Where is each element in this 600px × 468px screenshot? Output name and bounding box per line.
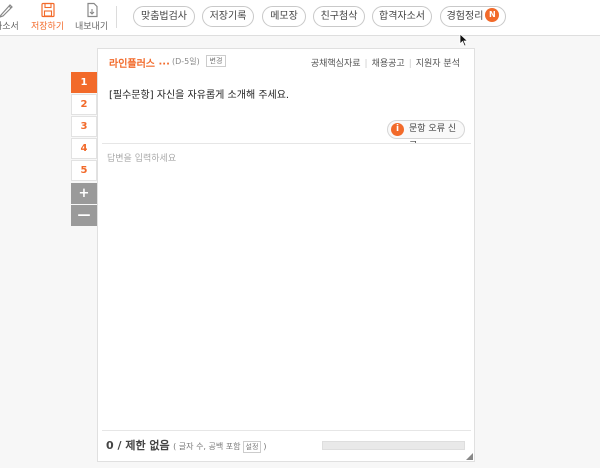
export-icon bbox=[86, 2, 98, 18]
header-links: 공채핵심자료 | 채용공고 | 지원자 분석 bbox=[311, 56, 460, 69]
save-icon bbox=[40, 2, 55, 18]
divider bbox=[102, 430, 471, 431]
cursor-icon bbox=[459, 33, 469, 47]
change-button[interactable]: 변경 bbox=[206, 55, 226, 67]
experience-label: 경험정리 bbox=[446, 11, 484, 22]
new-badge: N bbox=[485, 8, 500, 22]
link-divider: | bbox=[408, 59, 412, 69]
count-setting-button[interactable]: 설정 bbox=[242, 441, 262, 453]
panel-header: 라인플러스 ··· (D-5일) 변경 공채핵심자료 | 채용공고 | 지원자 분석 bbox=[98, 49, 474, 73]
top-toolbar: 자소서 저장하기 내보내기 맞춤법검사 저장기록 메모장 친구첨삭 합격자소서 … bbox=[0, 0, 600, 36]
count-note-open: ( 글자 수, 공백 포함 bbox=[173, 442, 241, 451]
save-label: 저장하기 bbox=[31, 22, 65, 32]
experience-button[interactable]: 경험정리 N bbox=[440, 6, 506, 27]
self-intro-tool[interactable]: 자소서 bbox=[0, 2, 19, 34]
question-text: [필수문항] 자신을 자유롭게 소개해 주세요. bbox=[109, 90, 290, 101]
character-count: 0 / 제한 없음 ( 글자 수, 공백 포함 설정) bbox=[106, 437, 267, 453]
save-tool[interactable]: 저장하기 bbox=[31, 2, 64, 34]
tab-question-5[interactable]: 5 bbox=[71, 160, 97, 181]
info-icon: i bbox=[391, 123, 404, 136]
count-progress-bar bbox=[322, 441, 465, 450]
memo-button[interactable]: 메모장 bbox=[262, 6, 306, 27]
report-error-button[interactable]: i 문항 오류 신고 bbox=[387, 120, 465, 151]
tab-question-1[interactable]: 1 bbox=[71, 72, 97, 93]
count-value: 0 / 제한 없음 bbox=[106, 439, 170, 452]
link-divider: | bbox=[364, 59, 368, 69]
pencil-icon bbox=[0, 4, 14, 18]
link-core-materials[interactable]: 공채핵심자료 bbox=[311, 59, 361, 69]
toolbar-divider bbox=[116, 6, 117, 28]
company-name[interactable]: 라인플러스 ··· bbox=[109, 55, 170, 70]
export-tool[interactable]: 내보내기 bbox=[75, 2, 108, 34]
question-tabs: 1 2 3 4 5 + — bbox=[71, 72, 97, 227]
remove-question-button[interactable]: — bbox=[71, 205, 97, 226]
tab-question-2[interactable]: 2 bbox=[71, 94, 97, 115]
resize-grip-icon[interactable] bbox=[465, 452, 473, 460]
count-note-close: ) bbox=[263, 442, 267, 451]
essay-panel: 라인플러스 ··· (D-5일) 변경 공채핵심자료 | 채용공고 | 지원자 분석 [… bbox=[97, 48, 475, 462]
link-applicant-analysis[interactable]: 지원자 분석 bbox=[416, 59, 460, 69]
link-job-posting[interactable]: 채용공고 bbox=[372, 59, 405, 69]
add-question-button[interactable]: + bbox=[71, 183, 97, 204]
dday-label: (D-5일) bbox=[172, 57, 200, 66]
tab-question-3[interactable]: 3 bbox=[71, 116, 97, 137]
save-history-button[interactable]: 저장기록 bbox=[202, 6, 254, 27]
tab-question-4[interactable]: 4 bbox=[71, 138, 97, 159]
spellcheck-button[interactable]: 맞춤법검사 bbox=[133, 6, 195, 27]
self-intro-label: 자소서 bbox=[0, 22, 19, 32]
answer-input[interactable] bbox=[102, 144, 471, 429]
passed-essays-button[interactable]: 합격자소서 bbox=[372, 6, 432, 27]
friend-review-button[interactable]: 친구첨삭 bbox=[313, 6, 365, 27]
export-label: 내보내기 bbox=[75, 22, 109, 32]
